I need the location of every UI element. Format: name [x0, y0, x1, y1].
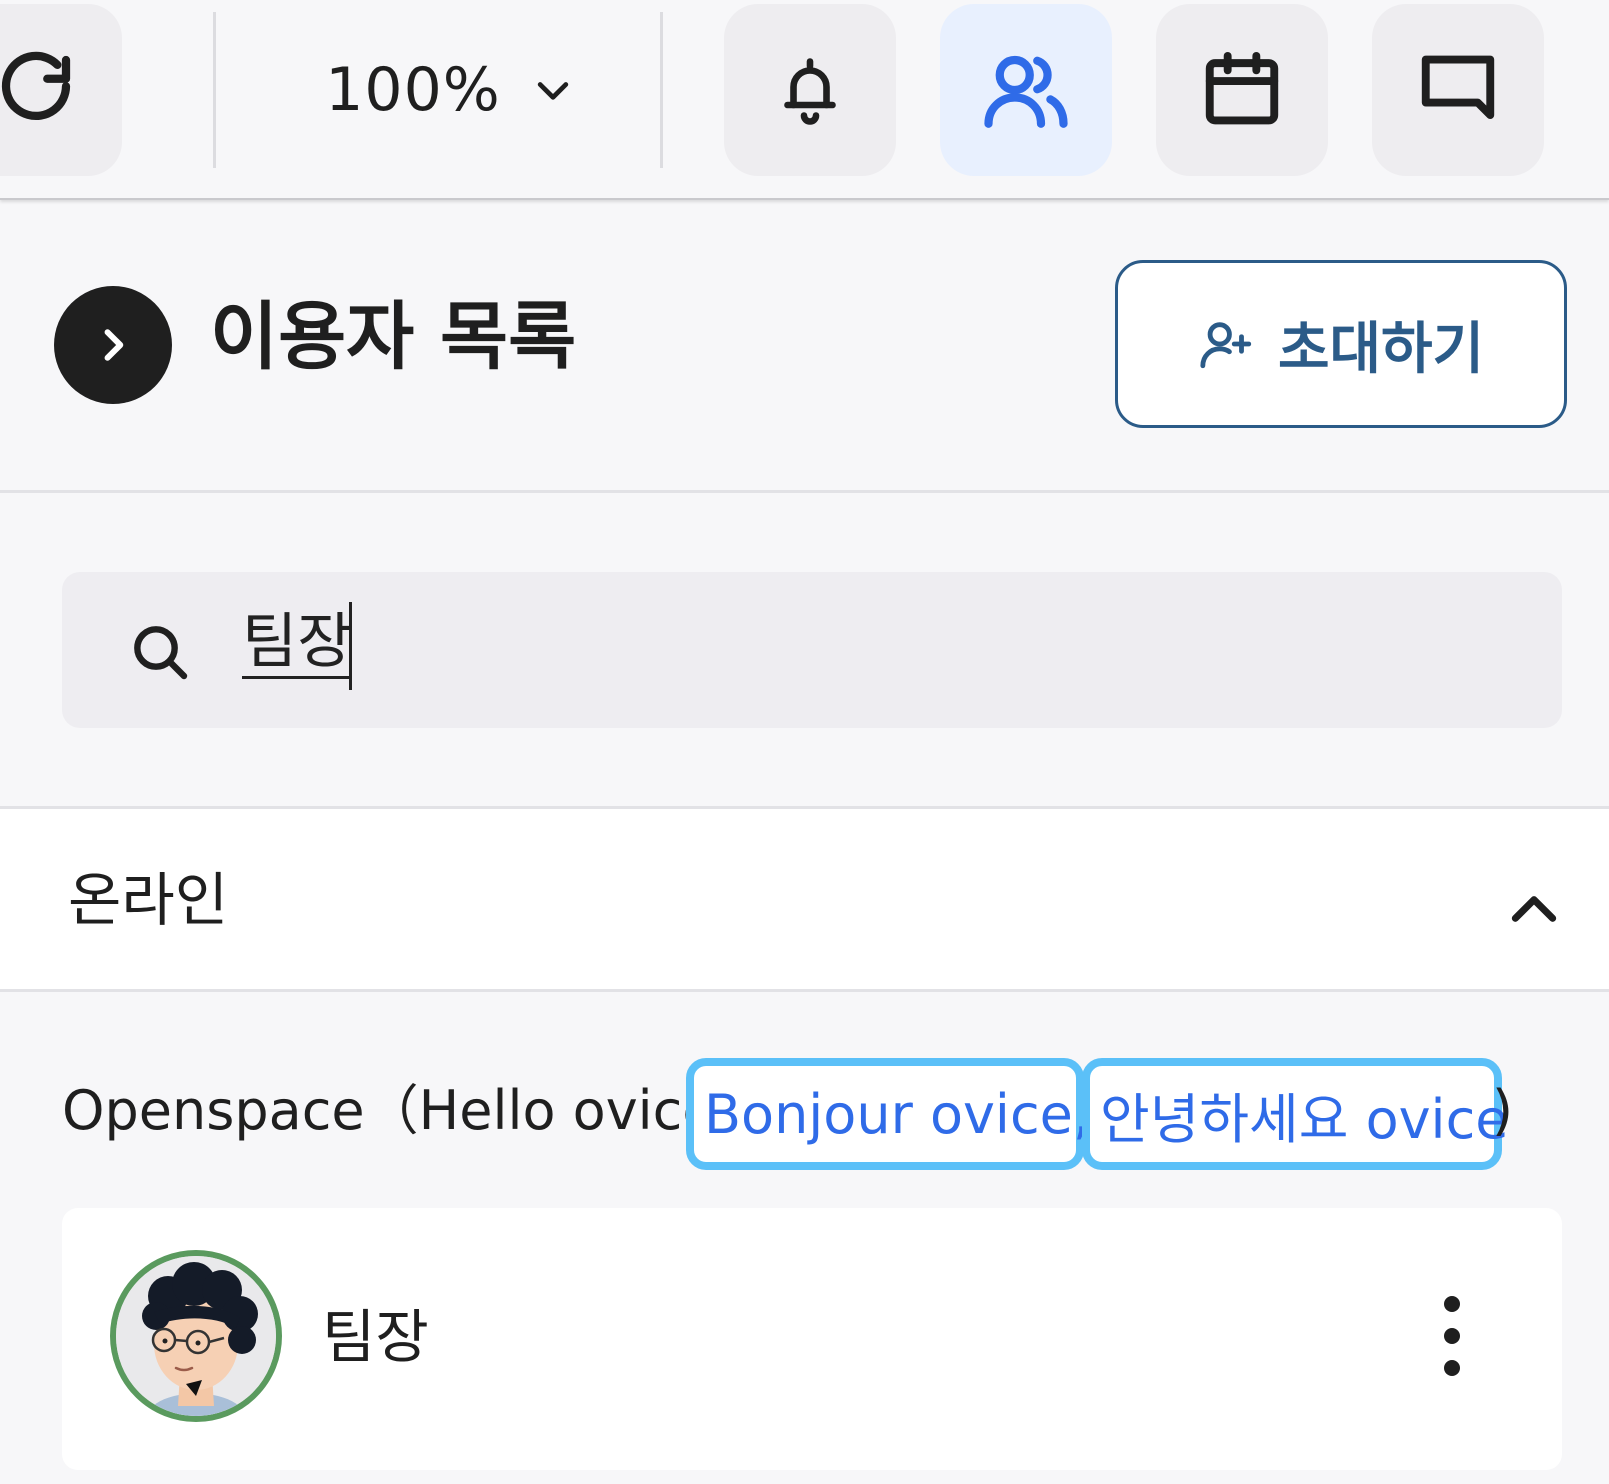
search-input-value: 팀장 — [242, 607, 353, 679]
user-name: 팀장 — [322, 1303, 429, 1371]
chat-button[interactable] — [1372, 4, 1544, 176]
top-toolbar: 100% — [0, 0, 1609, 200]
users-icon — [984, 55, 1068, 128]
space-name-highlight: Bonjour ovice, — [704, 1082, 1091, 1146]
zoom-select[interactable]: 100% — [222, 20, 678, 160]
calendar-icon — [1205, 52, 1279, 125]
bell-icon — [784, 58, 836, 125]
users-button[interactable] — [940, 4, 1112, 176]
refresh-icon — [1, 51, 71, 120]
zoom-value: 100% — [325, 55, 501, 125]
toolbar-divider — [213, 12, 216, 168]
text-cursor — [349, 602, 352, 690]
toolbar-divider — [660, 12, 663, 168]
avatar-illustration — [116, 1256, 276, 1416]
user-list-item[interactable] — [62, 1208, 1562, 1470]
invite-button[interactable]: 초대하기 — [1115, 260, 1567, 428]
collapse-panel-button[interactable] — [54, 286, 172, 404]
highlighted-space-name: Bonjour ovice, — [686, 1058, 1090, 1170]
add-user-icon — [1200, 322, 1252, 369]
page-title: 이용자 목록 — [210, 294, 577, 380]
space-name-suffix: ) — [1492, 1079, 1514, 1142]
space-name: Openspace（Hello ovice — [62, 1079, 716, 1142]
section-title: 온라인 — [68, 866, 229, 934]
refresh-button[interactable] — [0, 4, 122, 176]
chat-icon — [1421, 55, 1495, 120]
more-icon — [1444, 1328, 1460, 1344]
more-icon — [1444, 1360, 1460, 1376]
notifications-button[interactable] — [724, 4, 896, 176]
more-icon — [1444, 1296, 1460, 1312]
avatar — [110, 1250, 282, 1422]
chevron-up-icon — [1511, 896, 1557, 922]
space-name-highlight: 안녕하세요 ovice — [1100, 1087, 1509, 1151]
chevron-right-icon — [104, 329, 124, 361]
more-options-button[interactable] — [1432, 1296, 1472, 1376]
chevron-down-icon — [537, 82, 568, 100]
online-section-header[interactable]: 온라인 — [0, 806, 1609, 992]
calendar-button[interactable] — [1156, 4, 1328, 176]
panel-header: 이용자 목록 초대하기 — [0, 200, 1609, 493]
invite-button-label: 초대하기 — [1277, 316, 1485, 382]
highlighted-space-name: 안녕하세요 ovice — [1082, 1058, 1508, 1170]
search-icon — [134, 626, 188, 680]
